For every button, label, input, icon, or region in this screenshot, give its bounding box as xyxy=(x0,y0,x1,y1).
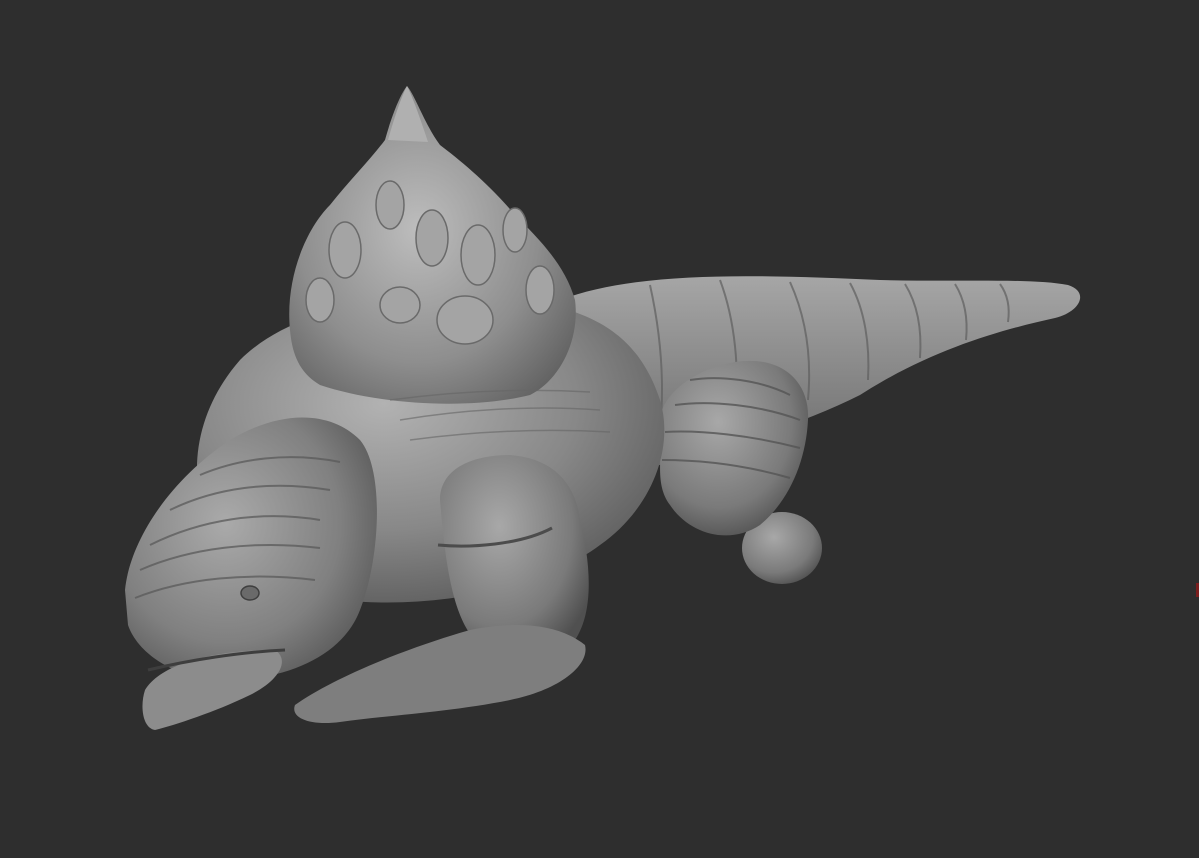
eye xyxy=(240,585,260,601)
3d-viewport[interactable] xyxy=(0,0,1199,858)
head xyxy=(125,417,377,681)
sculpt-render xyxy=(125,86,1081,730)
hind-leg xyxy=(658,360,809,536)
